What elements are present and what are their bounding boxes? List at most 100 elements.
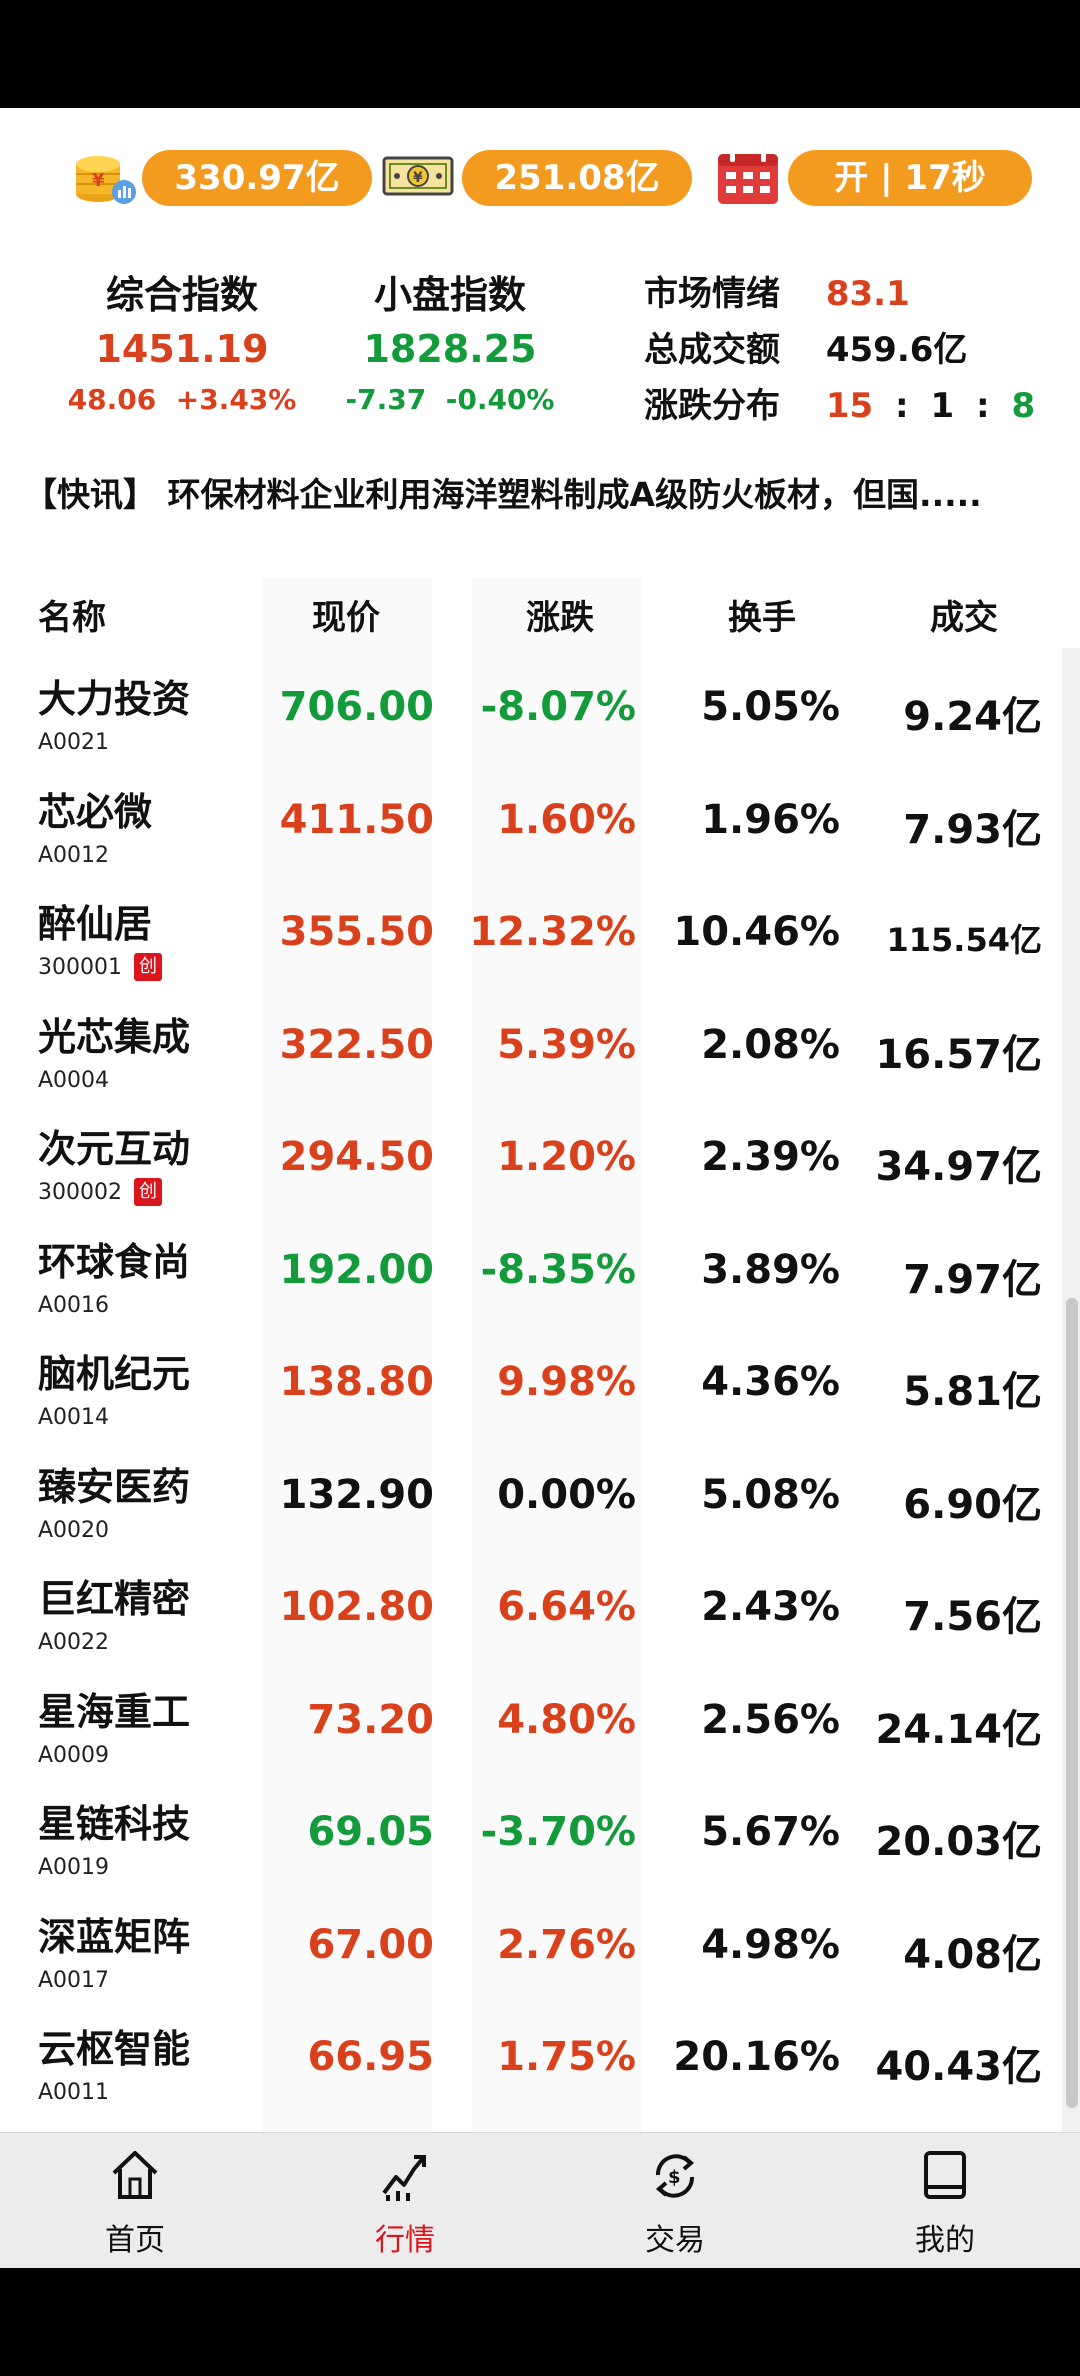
- stat-value: 459.6亿: [825, 330, 968, 370]
- stock-code: A0019: [38, 1855, 110, 1880]
- stock-turnover: 2.39%: [701, 1134, 840, 1180]
- stock-volume: 7.56亿: [903, 1594, 1042, 1640]
- index-smallcap[interactable]: 小盘指数 1828.25 -7.37 -0.40%: [320, 268, 580, 424]
- stock-price: 102.80: [279, 1584, 434, 1630]
- stock-change: 1.75%: [497, 2034, 636, 2080]
- table-row[interactable]: 星海重工 A0009 73.20 4.80% 2.56% 24.14亿: [0, 1669, 1060, 1782]
- market-status-pill: 开 | 17秒: [788, 150, 1032, 206]
- table-row[interactable]: 大力投资 A0021 706.00 -8.07% 5.05% 9.24亿: [0, 656, 1060, 769]
- stock-code: 300002: [38, 1180, 122, 1205]
- table-row[interactable]: 光芯集成 A0004 322.50 5.39% 2.08% 16.57亿: [0, 994, 1060, 1107]
- table-row[interactable]: 环球食尚 A0016 192.00 -8.35% 3.89% 7.97亿: [0, 1219, 1060, 1332]
- stock-volume: 9.24亿: [903, 694, 1042, 740]
- table-row[interactable]: 深蓝矩阵 A0017 67.00 2.76% 4.98% 4.08亿: [0, 1894, 1060, 2007]
- index-change-pct: -0.40%: [445, 383, 555, 416]
- coin-stack-icon: ¥: [76, 156, 136, 204]
- nav-trade[interactable]: $ 交易: [540, 2133, 810, 2268]
- svg-text:¥: ¥: [413, 170, 423, 186]
- stock-code: A0009: [38, 1742, 110, 1768]
- turnover-pill: 330.97亿: [142, 150, 372, 206]
- header-name[interactable]: 名称: [38, 578, 106, 658]
- home-icon: [112, 2151, 158, 2199]
- stock-code: 300001: [38, 955, 122, 980]
- stock-change: -3.70%: [480, 1809, 636, 1855]
- stock-name: 星链科技: [38, 1802, 191, 1846]
- index-change-abs: -7.37: [345, 383, 427, 416]
- stock-code: A0011: [38, 2080, 110, 2105]
- stock-price: 67.00: [307, 1921, 434, 1968]
- pill-group-2[interactable]: ¥ 251.08亿: [382, 138, 692, 218]
- scroll-thumb[interactable]: [1066, 1298, 1078, 2108]
- table-row[interactable]: 醉仙居 300001 创 355.50 12.32% 10.46% 115.54亿: [0, 881, 1060, 994]
- stock-code: A0017: [38, 1967, 110, 1993]
- trend-chart-icon: [382, 2155, 426, 2201]
- header-change[interactable]: 涨跌: [526, 578, 594, 658]
- nav-label: 行情: [375, 2223, 435, 2258]
- stock-change: -8.35%: [480, 1246, 636, 1293]
- pill-group-3[interactable]: 开 | 17秒: [712, 138, 1032, 218]
- stock-turnover: 2.43%: [701, 1584, 840, 1630]
- stock-change: 0.00%: [497, 1471, 636, 1518]
- dist-flat: 1: [930, 386, 955, 426]
- stock-name: 次元互动: [38, 1127, 191, 1171]
- stock-turnover: 3.89%: [701, 1246, 840, 1293]
- table-row[interactable]: 次元互动 300002 创 294.50 1.20% 2.39% 34.97亿: [0, 1106, 1060, 1219]
- index-name: 小盘指数: [373, 273, 526, 317]
- index-change-abs: 48.06: [67, 383, 157, 416]
- stock-turnover: 5.67%: [701, 1809, 840, 1855]
- stock-price: 322.50: [279, 1021, 434, 1068]
- table-row[interactable]: 巨红精密 A0022 102.80 6.64% 2.43% 7.56亿: [0, 1556, 1060, 1669]
- stock-table-body: 大力投资 A0021 706.00 -8.07% 5.05% 9.24亿芯必微 A0012 4…: [0, 656, 1060, 2119]
- stat-label: 市场情绪: [644, 274, 780, 314]
- news-ticker[interactable]: 【快讯】 环保材料企业利用海洋塑料制成A级防火板材，但国.....: [24, 470, 1064, 520]
- stock-name: 巨红精密: [38, 1577, 191, 1621]
- table-row[interactable]: 臻安医药 A0020 132.90 0.00% 5.08% 6.90亿: [0, 1444, 1060, 1557]
- index-composite[interactable]: 综合指数 1451.19 48.06 +3.43%: [52, 268, 312, 424]
- table-row[interactable]: 芯必微 A0012 411.50 1.60% 1.96% 7.93亿: [0, 769, 1060, 882]
- stock-turnover: 4.98%: [701, 1921, 840, 1968]
- stock-change: 2.76%: [497, 1921, 636, 1968]
- growth-board-badge: 创: [134, 1178, 162, 1206]
- stock-volume: 5.81亿: [903, 1369, 1042, 1415]
- stock-name: 臻安医药: [38, 1464, 191, 1509]
- stock-code: A0014: [38, 1405, 110, 1430]
- stat-label: 涨跌分布: [644, 386, 780, 426]
- nav-home[interactable]: 首页: [0, 2133, 270, 2268]
- header-volume[interactable]: 成交: [930, 578, 998, 658]
- stock-change: 1.60%: [497, 796, 636, 843]
- stock-price: 132.90: [279, 1471, 434, 1518]
- nav-market[interactable]: 行情: [270, 2133, 540, 2268]
- stock-code: A0020: [38, 1517, 110, 1543]
- exchange-icon: $: [655, 2154, 695, 2198]
- stock-change: 5.39%: [497, 1021, 636, 1068]
- stock-name: 芯必微: [38, 789, 153, 834]
- stock-volume: 40.43亿: [875, 2044, 1042, 2090]
- stock-price: 73.20: [307, 1696, 434, 1743]
- table-row[interactable]: 脑机纪元 A0014 138.80 9.98% 4.36% 5.81亿: [0, 1331, 1060, 1444]
- header-price[interactable]: 现价: [312, 578, 380, 658]
- svg-text:$: $: [668, 2167, 681, 2188]
- stock-change: -8.07%: [480, 684, 636, 730]
- nav-profile[interactable]: 我的: [810, 2133, 1080, 2268]
- stat-sentiment: 市场情绪 83.1: [644, 266, 1064, 322]
- stock-name: 脑机纪元: [38, 1352, 191, 1396]
- pill-group-1[interactable]: ¥ 330.97亿: [72, 138, 372, 218]
- stock-table-header: 名称 现价 涨跌 换手 成交: [0, 578, 1080, 658]
- calendar-icon: [718, 148, 778, 204]
- stock-price: 69.05: [307, 1809, 434, 1855]
- table-row[interactable]: 星链科技 A0019 69.05 -3.70% 5.67% 20.03亿: [0, 1781, 1060, 1894]
- stock-volume: 7.97亿: [903, 1256, 1042, 1303]
- table-row[interactable]: 云枢智能 A0011 66.95 1.75% 20.16% 40.43亿: [0, 2006, 1060, 2119]
- scrollbar[interactable]: [1062, 648, 1080, 2238]
- nav-label: 首页: [105, 2223, 165, 2258]
- svg-text:¥: ¥: [92, 170, 105, 191]
- index-name: 综合指数: [105, 273, 258, 317]
- index-value: 1828.25: [363, 327, 537, 371]
- header-turnover[interactable]: 换手: [728, 578, 796, 658]
- money-bill-icon: ¥: [382, 156, 454, 196]
- book-icon: [924, 2151, 966, 2199]
- dist-sep: :: [975, 386, 990, 426]
- stock-code: A0012: [38, 842, 110, 868]
- stock-volume: 20.03亿: [875, 1819, 1042, 1865]
- stock-code: A0021: [38, 730, 110, 755]
